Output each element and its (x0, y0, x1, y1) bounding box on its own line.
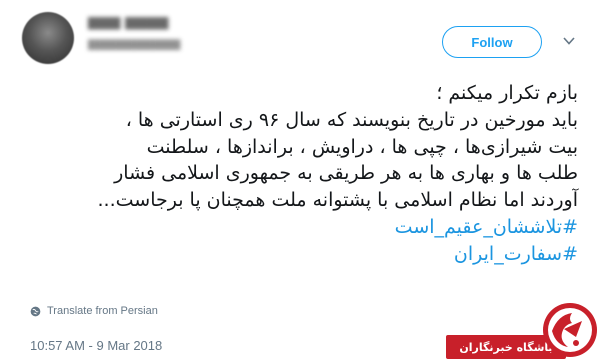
tweet-line: باید مورخین در تاریخ بنویسند که سال ۹۶ ر… (125, 108, 578, 131)
watermark: باشگاه خبرنگاران (438, 293, 600, 363)
tweet-line: طلب ها و بهاری ها به هر طریقی به جمهوری … (114, 162, 578, 185)
chevron-down-icon[interactable] (563, 36, 575, 46)
hashtag-link[interactable]: #تلاششان_عقیم_است (22, 214, 578, 241)
follow-button[interactable]: Follow (442, 26, 542, 58)
hashtag-link[interactable]: #سفارت_ایران (22, 241, 578, 268)
tweet-line: بازم تکرار میکنم ؛ (436, 82, 578, 104)
tweet-line: بیت شیرازی‌ها ، چپی ها ، دراویش ، براندا… (146, 135, 578, 158)
avatar[interactable] (22, 12, 74, 64)
globe-icon (30, 306, 41, 316)
tweet-timestamp[interactable]: 10:57 AM - 9 Mar 2018 (30, 338, 162, 353)
user-handle[interactable]: ▆▆▆▆▆▆▆▆▆▆ (88, 36, 180, 50)
translate-label[interactable]: Translate from Persian (47, 305, 158, 317)
tweet-line: آوردند اما نظام اسلامی با پشتوانه ملت هم… (97, 189, 579, 212)
tweet-text: بازم تکرار میکنم ؛ باید مورخین در تاریخ … (22, 80, 579, 268)
tweet-header: ▆▆▆ ▆▆▆▆ ▆▆▆▆▆▆▆▆▆▆ Follow (0, 0, 600, 80)
user-display-name[interactable]: ▆▆▆ ▆▆▆▆ (88, 14, 168, 30)
watermark-logo-icon (543, 303, 597, 357)
translate-link[interactable]: Translate from Persian (30, 305, 158, 317)
